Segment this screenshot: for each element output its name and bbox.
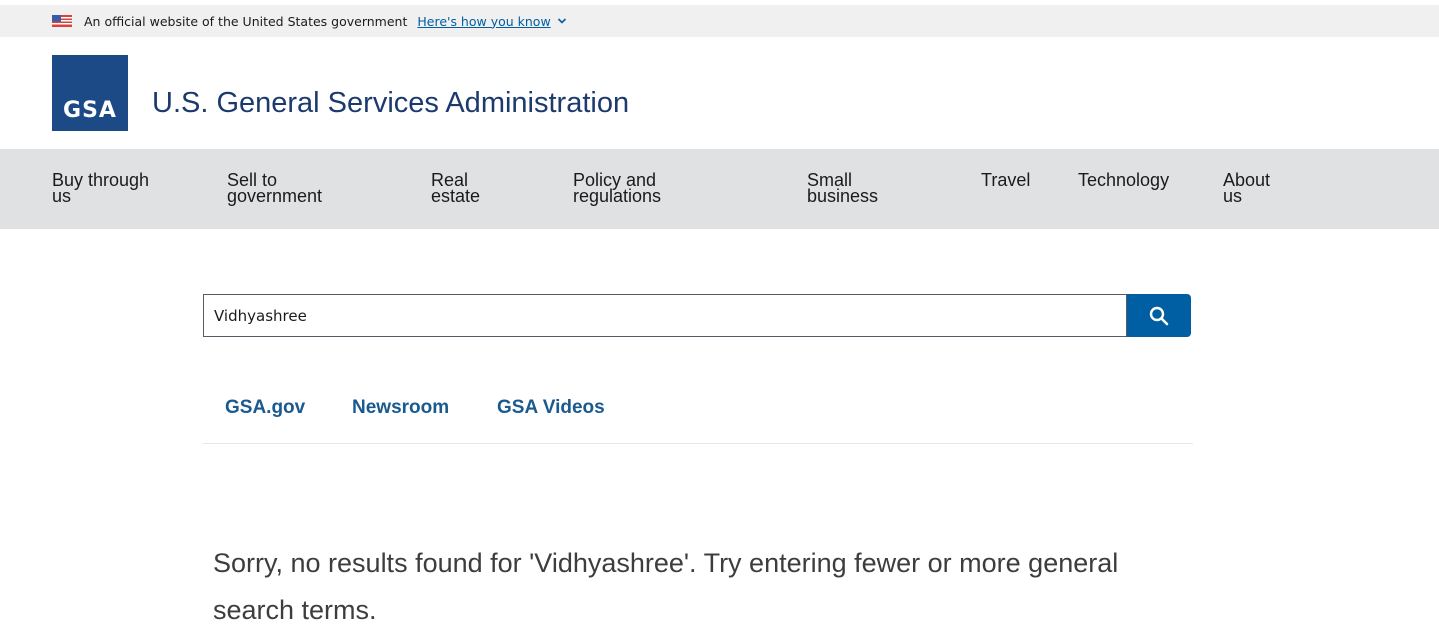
search-form: [203, 294, 1191, 337]
chevron-down-icon[interactable]: [557, 16, 567, 26]
no-results-message: Sorry, no results found for 'Vidhyashree…: [213, 548, 1119, 625]
nav-item-technology[interactable]: Technology: [1078, 171, 1169, 189]
how-you-know-link[interactable]: Here's how you know: [417, 14, 550, 29]
tab-gsa-videos[interactable]: GSA Videos: [497, 397, 605, 419]
gsa-logo[interactable]: GSA: [52, 55, 128, 131]
gov-banner: An official website of the United States…: [0, 5, 1439, 37]
nav-item-buy-through-us[interactable]: Buy through us: [52, 171, 149, 205]
search-input[interactable]: [203, 294, 1127, 337]
site-title[interactable]: U.S. General Services Administration: [152, 87, 629, 120]
tab-gsa-gov[interactable]: GSA.gov: [225, 397, 305, 419]
nav-item-sell-to-government[interactable]: Sell to government: [227, 171, 322, 205]
site-header: GSA U.S. General Services Administration: [0, 37, 1439, 149]
nav-item-small-business[interactable]: Small business: [807, 171, 878, 205]
nav-item-policy-and-regulations[interactable]: Policy and regulations: [573, 171, 661, 205]
nav-item-real-estate[interactable]: Real estate: [431, 171, 480, 205]
us-flag-icon: [52, 15, 72, 27]
tab-newsroom[interactable]: Newsroom: [352, 397, 449, 419]
main-nav: Buy through us Sell to government Real e…: [0, 149, 1439, 229]
banner-text: An official website of the United States…: [84, 13, 408, 29]
nav-item-about-us[interactable]: About us: [1223, 171, 1270, 205]
search-scope-tabs: GSA.gov Newsroom GSA Videos: [203, 380, 1193, 444]
search-button[interactable]: [1127, 294, 1191, 337]
logo-text: GSA: [63, 98, 117, 123]
search-icon: [1149, 306, 1169, 325]
nav-item-travel[interactable]: Travel: [981, 171, 1030, 189]
